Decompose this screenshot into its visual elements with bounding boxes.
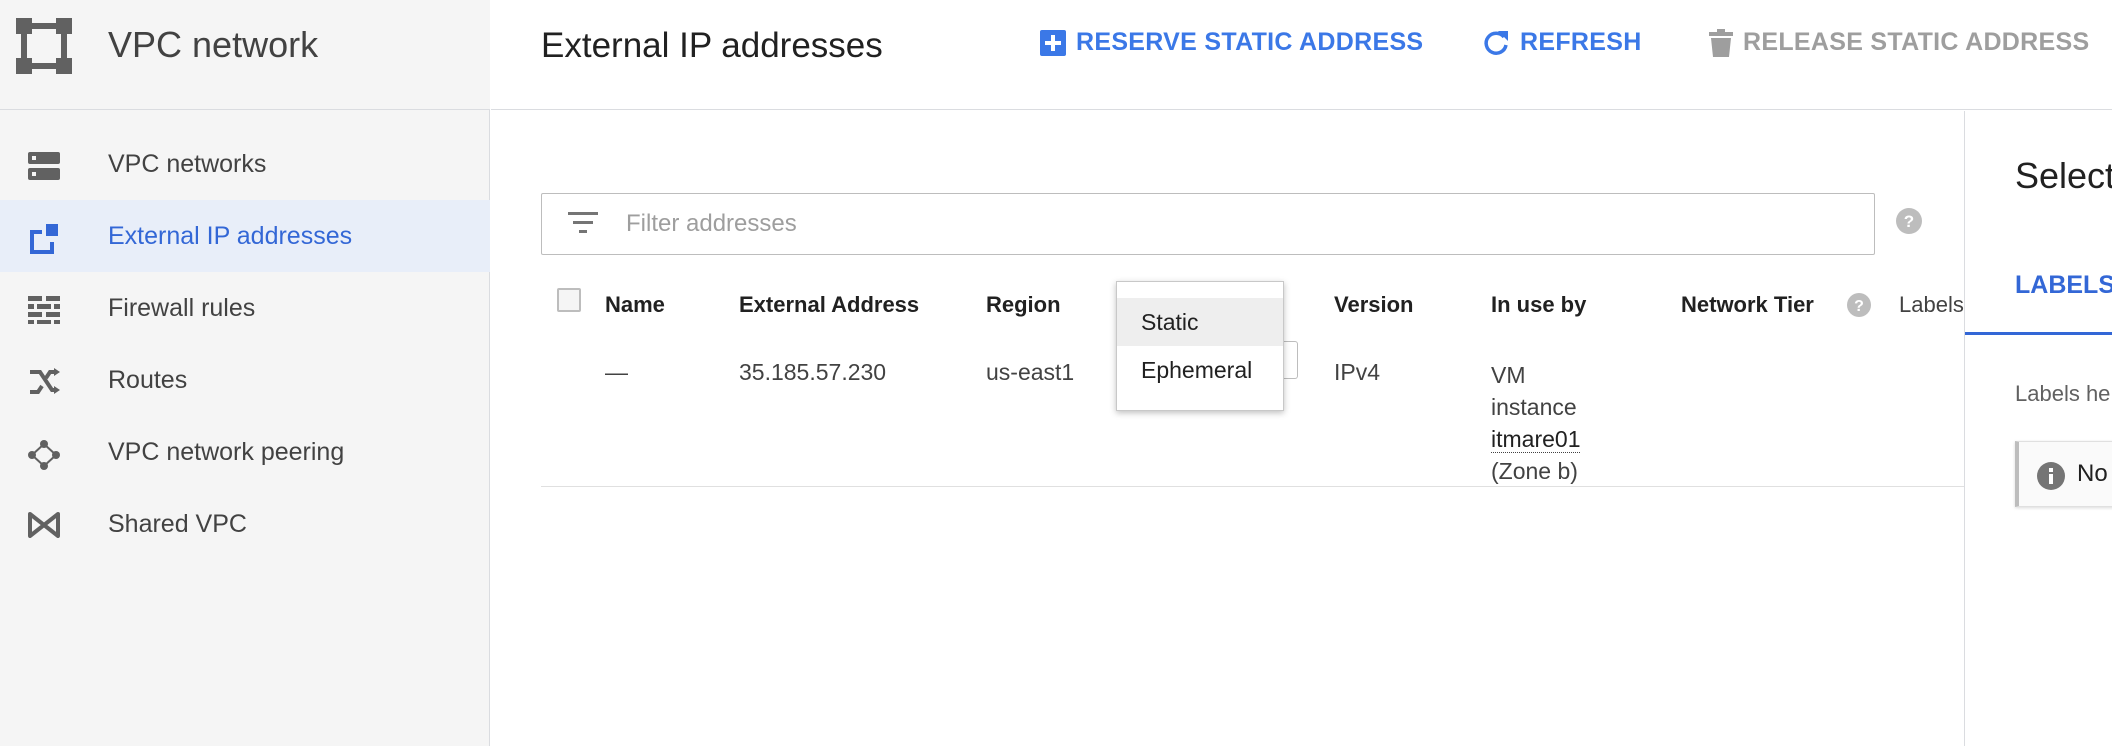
svg-text:?: ? (1904, 212, 1914, 231)
tab-labels[interactable]: LABELS (2015, 271, 2112, 300)
sidebar-item-label: Routes (108, 365, 188, 394)
vm-zone: (Zone b) (1491, 458, 1578, 484)
shared-vpc-icon (28, 512, 60, 538)
routes-icon (28, 368, 60, 394)
sidebar-nav: VPC networks External IP addresses Firew… (0, 128, 490, 560)
sidebar-item-external-ip-addresses[interactable]: External IP addresses (0, 200, 490, 272)
in-use-by: VM instance itmare01 (Zone b) (1491, 359, 1581, 487)
dropdown-option-ephemeral[interactable]: Ephemeral (1117, 346, 1283, 394)
select-all-checkbox[interactable] (557, 288, 581, 312)
sidebar-item-firewall-rules[interactable]: Firewall rules (0, 272, 490, 344)
page-title: External IP addresses (541, 26, 883, 65)
main-content: ? Name External Address Region Version I… (491, 111, 1965, 746)
vm-instance-link[interactable]: itmare01 (1491, 426, 1581, 453)
ip-version: IPv4 (1334, 359, 1381, 385)
column-header-region[interactable]: Region (986, 292, 1061, 318)
sidebar-item-label: VPC networks (108, 149, 267, 178)
sidebar: VPC network VPC networks External IP add… (0, 0, 490, 746)
sidebar-item-vpc-network-peering[interactable]: VPC network peering (0, 416, 490, 488)
release-static-address-button[interactable]: RELEASE STATIC ADDRESS (1709, 28, 2089, 57)
refresh-icon (1484, 30, 1508, 55)
add-icon (1040, 29, 1066, 56)
help-icon[interactable]: ? (1896, 208, 1922, 239)
info-panel-hint: Labels he (2015, 381, 2111, 406)
page-header: External IP addresses RESERVE STATIC ADD… (491, 0, 2112, 110)
info-notice: No (2015, 441, 2112, 507)
sidebar-item-vpc-networks[interactable]: VPC networks (0, 128, 490, 200)
tab-indicator (1965, 332, 2112, 335)
trash-icon (1709, 28, 1733, 57)
filter-bar[interactable] (541, 193, 1875, 255)
network-tier-help-icon[interactable]: ? (1847, 293, 1871, 322)
sidebar-item-label: External IP addresses (108, 221, 353, 250)
refresh-button[interactable]: REFRESH (1482, 28, 1642, 57)
info-notice-text: No (2077, 460, 2108, 487)
sidebar-item-label: Shared VPC (108, 509, 247, 538)
sidebar-item-shared-vpc[interactable]: Shared VPC (0, 488, 490, 560)
column-header-external-address[interactable]: External Address (739, 292, 919, 318)
column-header-version[interactable]: Version (1334, 292, 1413, 318)
reserve-static-address-label: RESERVE STATIC ADDRESS (1076, 28, 1424, 56)
peering-icon (28, 440, 60, 470)
vpc-network-icon (16, 18, 72, 74)
product-title: VPC network (108, 24, 319, 65)
filter-icon (568, 212, 598, 239)
product-header: VPC network (0, 0, 490, 110)
in-use-type-cont: instance (1491, 394, 1577, 420)
external-ip-icon (28, 224, 60, 254)
refresh-label: REFRESH (1520, 28, 1642, 56)
info-icon (2037, 462, 2065, 495)
firewall-icon (28, 296, 60, 324)
column-header-name[interactable]: Name (605, 292, 665, 318)
in-use-type: VM (1491, 362, 1526, 388)
filter-input[interactable] (626, 206, 1826, 242)
sidebar-item-routes[interactable]: Routes (0, 344, 490, 416)
svg-text:?: ? (1854, 298, 1864, 315)
info-panel: Select LABELS Labels he No (1964, 111, 2112, 746)
column-header-in-use-by[interactable]: In use by (1491, 292, 1586, 318)
column-header-network-tier[interactable]: Network Tier (1681, 292, 1814, 318)
reserve-static-address-button[interactable]: RESERVE STATIC ADDRESS (1040, 28, 1423, 57)
vpc-networks-icon (28, 152, 60, 180)
column-header-labels[interactable]: Labels (1899, 292, 1964, 318)
dropdown-option-static[interactable]: Static (1117, 298, 1283, 346)
release-static-address-label: RELEASE STATIC ADDRESS (1743, 28, 2090, 56)
info-panel-title: Select (2015, 155, 2112, 196)
address-name: — (605, 359, 628, 385)
sidebar-item-label: Firewall rules (108, 293, 256, 322)
address-type-dropdown: Static Ephemeral (1116, 281, 1284, 411)
sidebar-item-label: VPC network peering (108, 437, 345, 466)
region: us-east1 (986, 359, 1075, 385)
external-address: 35.185.57.230 (739, 359, 887, 385)
